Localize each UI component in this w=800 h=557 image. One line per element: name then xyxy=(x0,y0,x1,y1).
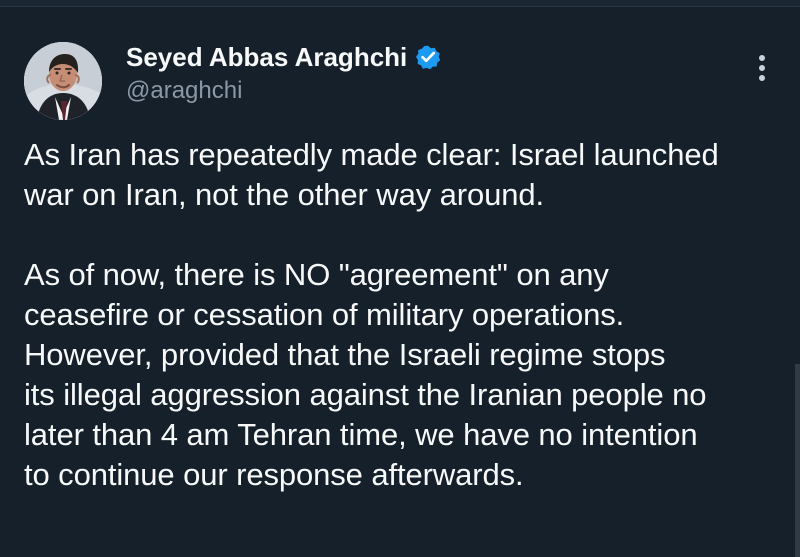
tweet-text-line: war on Iran, not the other way around. xyxy=(24,177,545,212)
tweet-text-line: However, provided that the Israeli regim… xyxy=(24,337,666,372)
author-avatar[interactable] xyxy=(24,42,102,120)
tweet-card[interactable]: Seyed Abbas Araghchi @araghchi As Iran h… xyxy=(0,8,800,557)
tweet-text-line: later than 4 am Tehran time, we have no … xyxy=(24,417,698,452)
tweet-text: As Iran has repeatedly made clear: Israe… xyxy=(24,135,764,495)
vertical-ellipsis-icon xyxy=(759,65,765,71)
tweet-text-line: As Iran has repeatedly made clear: Israe… xyxy=(24,137,719,172)
author-name-row: Seyed Abbas Araghchi xyxy=(126,42,686,72)
more-options-button[interactable] xyxy=(750,51,774,85)
tweet-text-line: As of now, there is NO "agreement" on an… xyxy=(24,257,609,292)
author-display-name[interactable]: Seyed Abbas Araghchi xyxy=(126,42,407,72)
tweet-text-line: its illegal aggression against the Irani… xyxy=(24,377,707,412)
tweet-text-line: ceasefire or cessation of military opera… xyxy=(24,297,625,332)
tweet-text-line: to continue our response afterwards. xyxy=(24,457,524,492)
tweet-author[interactable]: Seyed Abbas Araghchi @araghchi xyxy=(126,42,686,105)
vertical-scrollbar[interactable] xyxy=(795,364,800,557)
top-divider xyxy=(0,0,800,7)
portrait-avatar-image xyxy=(24,42,102,120)
vertical-ellipsis-icon xyxy=(759,75,765,81)
verified-badge-icon xyxy=(416,45,441,70)
vertical-ellipsis-icon xyxy=(759,55,765,61)
author-handle[interactable]: @araghchi xyxy=(126,77,686,105)
